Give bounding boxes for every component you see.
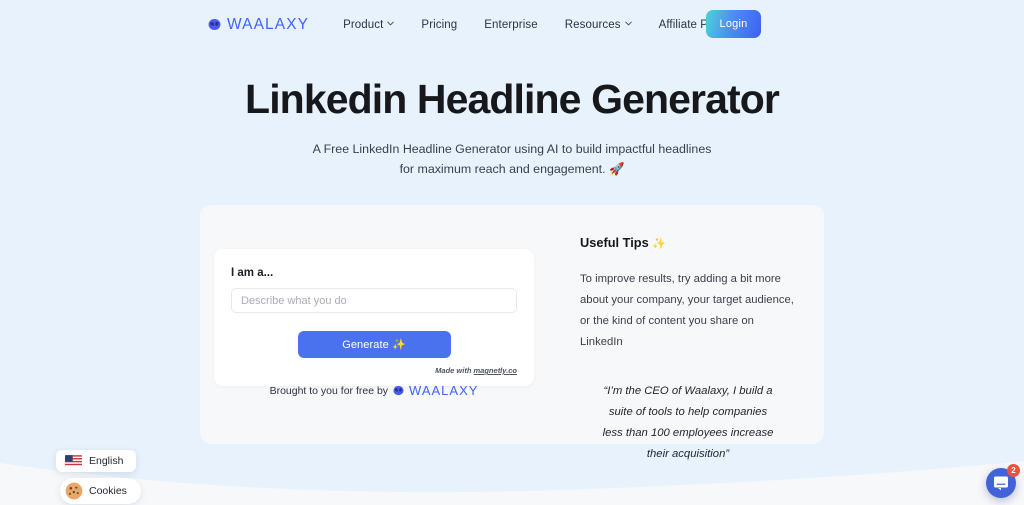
quote-line-1: “I’m the CEO of Waalaxy, I build a <box>603 384 773 397</box>
quote-line-2: suite of tools to help companies <box>608 405 768 418</box>
nav-item-product[interactable]: Product <box>343 18 395 31</box>
page-title: Linkedin Headline Generator <box>245 76 780 122</box>
nav-item-resources-label: Resources <box>564 18 621 31</box>
describe-input[interactable] <box>231 288 517 313</box>
brand-logo[interactable]: WAALAXY <box>208 16 309 34</box>
chat-unread-badge: 2 <box>1007 464 1020 477</box>
useful-tips-column: Useful Tips ✨ To improve results, try ad… <box>548 205 824 460</box>
tips-line-1: To improve results, try adding a bit mor… <box>580 273 781 285</box>
hero-subtitle-line1: A Free LinkedIn Headline Generator using… <box>312 141 712 156</box>
generator-form-column: I am a... Generate ✨ Made with magnetly.… <box>200 205 548 444</box>
quote-line-3: less than 100 employees increase <box>602 426 774 439</box>
nav-item-resources[interactable]: Resources <box>565 19 632 31</box>
cookies-button[interactable]: Cookies <box>60 478 141 504</box>
nav-item-pricing[interactable]: Pricing <box>421 19 457 31</box>
tips-line-3: or the kind of content you share on Link… <box>580 315 754 349</box>
brand-name: WAALAXY <box>227 15 310 33</box>
us-flag-icon <box>65 455 82 467</box>
made-with-credit: Made with magnetly.co <box>231 366 517 375</box>
useful-tips-title-text: Useful Tips <box>580 235 649 250</box>
nav-links: Product Pricing Enterprise Resources Aff… <box>343 19 745 31</box>
alien-icon <box>393 385 404 396</box>
hero-section: Linkedin Headline Generator A Free Linke… <box>0 49 1024 179</box>
nav-item-pricing-label: Pricing <box>421 18 458 31</box>
login-button[interactable]: Login <box>706 10 761 38</box>
brought-to-you-footer: Brought to you for free by WAALAXY <box>200 383 548 398</box>
top-navbar: WAALAXY Product Pricing Enterprise Resou… <box>0 0 1024 49</box>
useful-tips-title: Useful Tips ✨ <box>580 235 796 250</box>
bottom-wave-decoration <box>0 457 1024 505</box>
generate-button[interactable]: Generate ✨ <box>297 331 451 358</box>
hero-subtitle: A Free LinkedIn Headline Generator using… <box>0 139 1024 179</box>
hero-subtitle-line2: for maximum reach and engagement. 🚀 <box>399 162 625 176</box>
language-label: English <box>89 455 124 467</box>
brought-text: Brought to you for free by <box>269 384 389 397</box>
example-quote: “I’m the CEO of Waalaxy, I build a suite… <box>580 381 796 465</box>
footer-brand-name: WAALAXY <box>409 383 479 398</box>
tips-line-2: about your company, your target audience… <box>580 294 794 307</box>
quote-line-4: their acquisition” <box>646 447 730 460</box>
generator-panel: I am a... Generate ✨ Made with magnetly.… <box>200 205 824 460</box>
generator-form-card: I am a... Generate ✨ Made with magnetly.… <box>214 249 534 386</box>
language-selector[interactable]: English <box>56 450 137 472</box>
chevron-down-icon <box>624 20 632 27</box>
magnetly-link[interactable]: magnetly.co <box>474 366 517 375</box>
chat-launcher-button[interactable]: 2 <box>986 464 1020 498</box>
cookie-icon <box>65 482 83 500</box>
nav-item-enterprise[interactable]: Enterprise <box>484 19 537 31</box>
i-am-a-label: I am a... <box>231 267 274 279</box>
sparkle-icon: ✨ <box>652 238 667 250</box>
useful-tips-body: To improve results, try adding a bit mor… <box>580 269 796 354</box>
cookies-label: Cookies <box>89 485 127 497</box>
nav-item-enterprise-label: Enterprise <box>484 18 538 31</box>
chevron-down-icon <box>387 20 395 27</box>
alien-icon <box>208 18 221 31</box>
made-with-prefix: Made with <box>435 366 474 375</box>
nav-item-product-label: Product <box>343 18 384 31</box>
